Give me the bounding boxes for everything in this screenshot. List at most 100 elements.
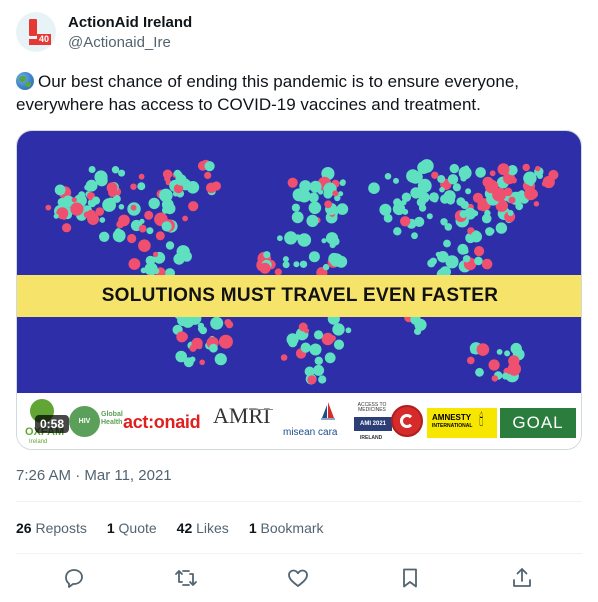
map-dot (186, 181, 200, 194)
map-dot (401, 192, 412, 202)
map-dot (308, 201, 322, 215)
map-dot (463, 165, 470, 171)
author-handle[interactable]: @Actionaid_Ire (68, 34, 171, 51)
map-dot (140, 267, 147, 274)
map-dot (345, 327, 352, 334)
tweet-header: 40 ActionAid Ireland @Actionaid_Ire (16, 12, 582, 56)
bookmark-icon[interactable] (398, 566, 422, 590)
map-dot (148, 197, 160, 210)
tweet-timestamp[interactable]: 7:26 AM · Mar 11, 2021 (16, 467, 172, 484)
oxfam-logo-sub: Ireland (29, 439, 48, 445)
map-dot (452, 183, 461, 192)
map-dot (263, 251, 271, 259)
map-dot (209, 343, 218, 353)
map-dot (470, 231, 482, 243)
map-dot (130, 204, 137, 211)
map-dot (446, 195, 455, 205)
reposts-label: Reposts (35, 520, 87, 536)
map-dot (495, 222, 508, 234)
avatar-logo-dot (29, 39, 37, 45)
map-dot (393, 177, 399, 184)
map-dot (339, 179, 346, 186)
map-dot (297, 189, 311, 203)
map-dot (418, 192, 430, 203)
map-dot (414, 327, 422, 335)
misean-cara-logo-text: misean cara (283, 427, 338, 438)
tweet-media-video[interactable]: SOLUTIONS MUST TRAVEL EVEN FASTER OXFAM … (16, 130, 582, 450)
reposts-stat[interactable]: 26 Reposts (16, 520, 87, 536)
map-dot (472, 210, 479, 217)
bookmarks-stat[interactable]: 1 Bookmark (249, 520, 324, 536)
map-dot (291, 203, 300, 212)
map-dot (282, 261, 290, 269)
map-dot (204, 171, 212, 179)
map-dot (318, 375, 327, 384)
map-dot (522, 163, 530, 172)
actionaid-logo: act:onaid (123, 412, 201, 432)
map-dot (54, 184, 66, 196)
map-dot (384, 173, 392, 180)
map-dot (321, 238, 327, 244)
like-icon[interactable] (286, 566, 310, 590)
map-dot (138, 173, 145, 180)
map-dot (447, 174, 459, 185)
author-name[interactable]: ActionAid Ireland (68, 14, 192, 31)
map-dot (173, 253, 185, 265)
map-dot (393, 198, 402, 207)
map-dot (280, 354, 288, 361)
map-dot (144, 210, 154, 220)
map-dot (62, 223, 72, 233)
map-dot (88, 166, 96, 173)
map-dot (61, 214, 67, 220)
map-dot (308, 251, 320, 263)
map-dot (524, 187, 538, 201)
map-dot (417, 161, 430, 174)
map-dot (460, 200, 469, 210)
quotes-stat[interactable]: 1 Quote (107, 520, 157, 536)
map-dot (333, 339, 345, 350)
map-dot (383, 213, 393, 223)
global-health-line1: Global (101, 411, 123, 418)
map-dot (291, 211, 304, 224)
map-dot (287, 177, 298, 188)
map-dot (329, 253, 344, 267)
map-dot (518, 190, 525, 196)
amnesty-logo-sub: INTERNATIONAL (432, 423, 473, 429)
map-dot (282, 256, 289, 263)
map-dot (309, 343, 322, 356)
map-dot (210, 316, 224, 330)
amri-logo-rule (249, 409, 273, 410)
map-dot (162, 169, 173, 179)
map-dot (329, 335, 336, 342)
reply-icon[interactable] (62, 566, 86, 590)
map-dot (91, 196, 101, 205)
map-dot (165, 241, 175, 250)
map-dot (332, 323, 345, 336)
likes-stat[interactable]: 42 Likes (177, 520, 229, 536)
map-dot (106, 182, 118, 194)
share-icon[interactable] (510, 566, 534, 590)
map-dot (481, 258, 493, 270)
repost-icon[interactable] (174, 566, 198, 590)
video-banner: SOLUTIONS MUST TRAVEL EVEN FASTER (17, 275, 581, 317)
map-dot (533, 201, 540, 207)
global-health-line2: Health (101, 419, 123, 426)
red-circle-logo-mark (400, 414, 414, 428)
map-dot (259, 262, 271, 274)
map-dot (300, 342, 311, 353)
avatar[interactable]: 40 (16, 12, 56, 52)
map-dot (304, 366, 315, 377)
map-dot (175, 350, 187, 363)
divider (16, 553, 582, 554)
map-dot (411, 232, 418, 240)
engagement-stats: 26 Reposts 1 Quote 42 Likes 1 Bookmark (16, 520, 344, 536)
map-dot (368, 182, 380, 194)
map-dot (491, 375, 498, 382)
world-map-image: SOLUTIONS MUST TRAVEL EVEN FASTER (17, 131, 581, 393)
map-dot (175, 174, 187, 186)
map-dot (324, 352, 336, 364)
map-dot (153, 268, 160, 274)
map-dot (462, 248, 469, 255)
map-dot (440, 218, 448, 226)
map-dot (159, 188, 173, 203)
